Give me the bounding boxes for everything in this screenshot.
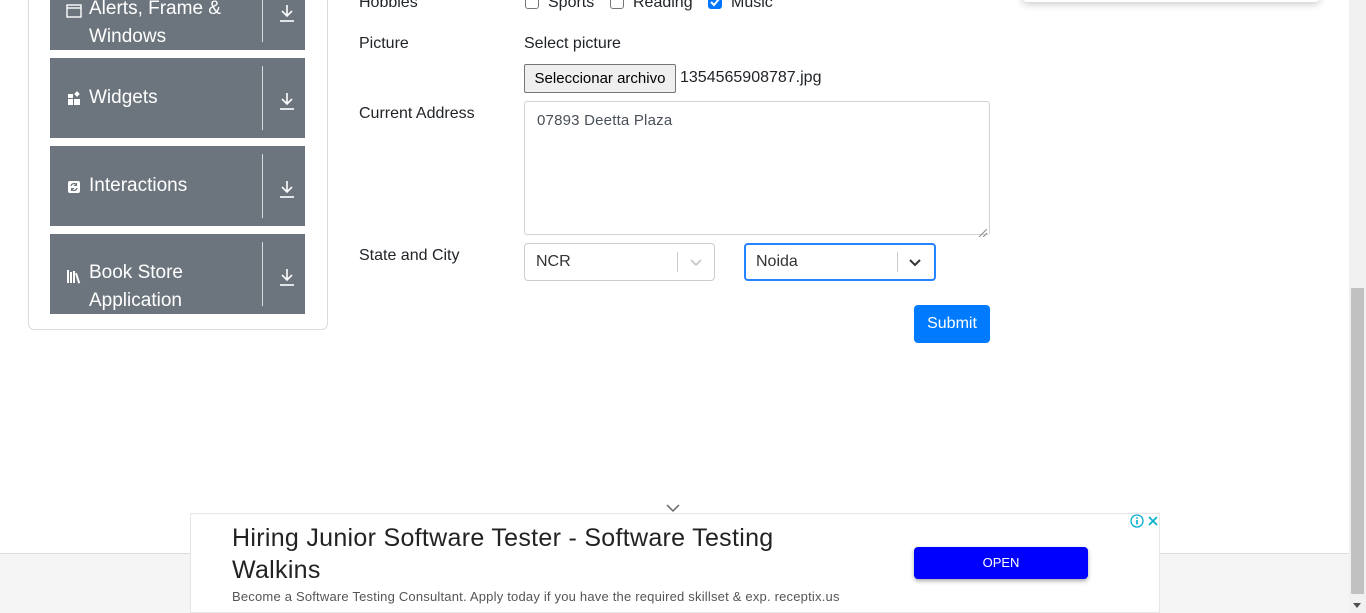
ad-open-button[interactable]: OPEN <box>914 547 1088 579</box>
hobbies-label: Hobbies <box>359 0 418 11</box>
ad-title[interactable]: Hiring Junior Software Tester - Software… <box>232 522 852 586</box>
divider <box>262 154 263 218</box>
download-arrow-icon[interactable] <box>278 91 296 111</box>
selected-file-name: 1354565908787.jpg <box>680 69 822 86</box>
divider <box>677 252 678 272</box>
interactions-icon <box>66 179 82 195</box>
divider <box>262 66 263 130</box>
submit-button[interactable]: Submit <box>914 305 990 343</box>
current-address-label: Current Address <box>359 105 475 122</box>
ad-description: Become a Software Testing Consultant. Ap… <box>232 589 840 604</box>
sidebar-item-interactions[interactable]: Interactions <box>50 146 305 226</box>
window-icon <box>66 3 82 19</box>
download-arrow-icon[interactable] <box>278 179 296 199</box>
checkbox[interactable] <box>610 0 624 9</box>
ad-close-icon[interactable] <box>1146 514 1160 528</box>
address-value: 07893 Deetta Plaza <box>537 112 673 129</box>
scrollbar-thumb[interactable] <box>1351 288 1364 594</box>
current-address-textarea[interactable]: 07893 Deetta Plaza <box>524 101 990 238</box>
download-arrow-icon[interactable] <box>278 267 296 287</box>
checkbox-label: Reading <box>633 0 693 11</box>
sidebar-item-alerts-frame-windows[interactable]: Alerts, Frame & Windows <box>50 0 305 50</box>
sidebar-item-widgets[interactable]: Widgets <box>50 58 305 138</box>
widgets-icon <box>66 91 82 107</box>
checkbox-checked[interactable] <box>708 0 722 9</box>
sidebar-item-label: Book Store Application <box>89 262 183 311</box>
checkbox-label: Sports <box>548 0 595 11</box>
sidebar-item-label: Widgets <box>89 87 158 108</box>
select-picture-prompt: Select picture <box>524 35 621 52</box>
resize-handle-icon[interactable] <box>978 224 988 238</box>
sidebar-item-book-store[interactable]: Book Store Application <box>50 234 305 314</box>
state-city-label: State and City <box>359 247 460 264</box>
city-value: Noida <box>756 253 798 270</box>
state-value: NCR <box>536 253 571 270</box>
divider <box>262 0 263 42</box>
ad-banner[interactable]: Hiring Junior Software Tester - Software… <box>190 513 1160 613</box>
chevron-down-icon[interactable] <box>688 254 704 270</box>
dropdown-shadow <box>1022 0 1320 2</box>
sidebar-item-label: Interactions <box>89 175 188 196</box>
chevron-down-icon[interactable] <box>907 254 923 270</box>
sidebar-item-label: Alerts, Frame & Windows <box>89 0 221 47</box>
checkbox-label: Music <box>731 0 773 11</box>
books-icon <box>66 268 82 284</box>
state-select[interactable]: NCR <box>524 243 715 281</box>
choose-file-button[interactable]: Seleccionar archivo <box>524 64 676 93</box>
checkbox[interactable] <box>525 0 539 9</box>
ad-collapse-chevron-icon[interactable] <box>666 500 680 513</box>
city-select[interactable]: Noida <box>744 243 936 281</box>
picture-label: Picture <box>359 35 409 52</box>
scroll-down-arrow-icon[interactable] <box>1353 603 1361 608</box>
download-arrow-icon[interactable] <box>278 3 296 23</box>
divider <box>262 242 263 306</box>
divider <box>897 252 898 272</box>
ad-info-icon[interactable] <box>1130 514 1144 528</box>
